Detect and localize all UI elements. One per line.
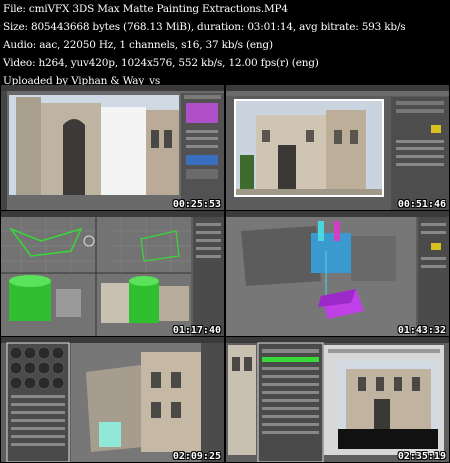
material-editor-screenshot — [1, 337, 224, 462]
3dsmax-quad-viewport-screenshot — [1, 211, 224, 336]
thumbnail-grid: 00:25:53 00:51:46 01:17:40 01:43:32 02:0… — [0, 84, 450, 463]
file-size-line: Size: 805443668 bytes (768.13 MiB), dura… — [3, 21, 406, 33]
file-info-header: File: cmiVFX 3DS Max Matte Painting Extr… — [3, 0, 448, 87]
3dsmax-objects-viewport-screenshot — [226, 211, 449, 336]
3dsmax-viewport-screenshot — [226, 85, 449, 210]
thumbnail-1[interactable]: 00:25:53 — [1, 85, 224, 210]
thumbnail-6-timestamp: 02:35:19 — [397, 451, 446, 462]
render-window-screenshot — [226, 337, 449, 462]
video-info-line: Video: h264, yuv420p, 1024x576, 552 kb/s… — [3, 57, 319, 69]
thumbnail-5-timestamp: 02:09:25 — [172, 451, 221, 462]
photoshop-screenshot — [1, 85, 224, 210]
thumbnail-2-timestamp: 00:51:46 — [397, 199, 446, 210]
thumbnail-5[interactable]: 02:09:25 — [1, 337, 224, 462]
thumbnail-4[interactable]: 01:43:32 — [226, 211, 449, 336]
audio-info-line: Audio: aac, 22050 Hz, 1 channels, s16, 3… — [3, 39, 273, 51]
thumbnail-1-timestamp: 00:25:53 — [172, 199, 221, 210]
thumbnail-4-timestamp: 01:43:32 — [397, 325, 446, 336]
thumbnail-3-timestamp: 01:17:40 — [172, 325, 221, 336]
thumbnail-6[interactable]: 02:35:19 — [226, 337, 449, 462]
thumbnail-2[interactable]: 00:51:46 — [226, 85, 449, 210]
file-name-line: File: cmiVFX 3DS Max Matte Painting Extr… — [3, 3, 288, 15]
thumbnail-3[interactable]: 01:17:40 — [1, 211, 224, 336]
